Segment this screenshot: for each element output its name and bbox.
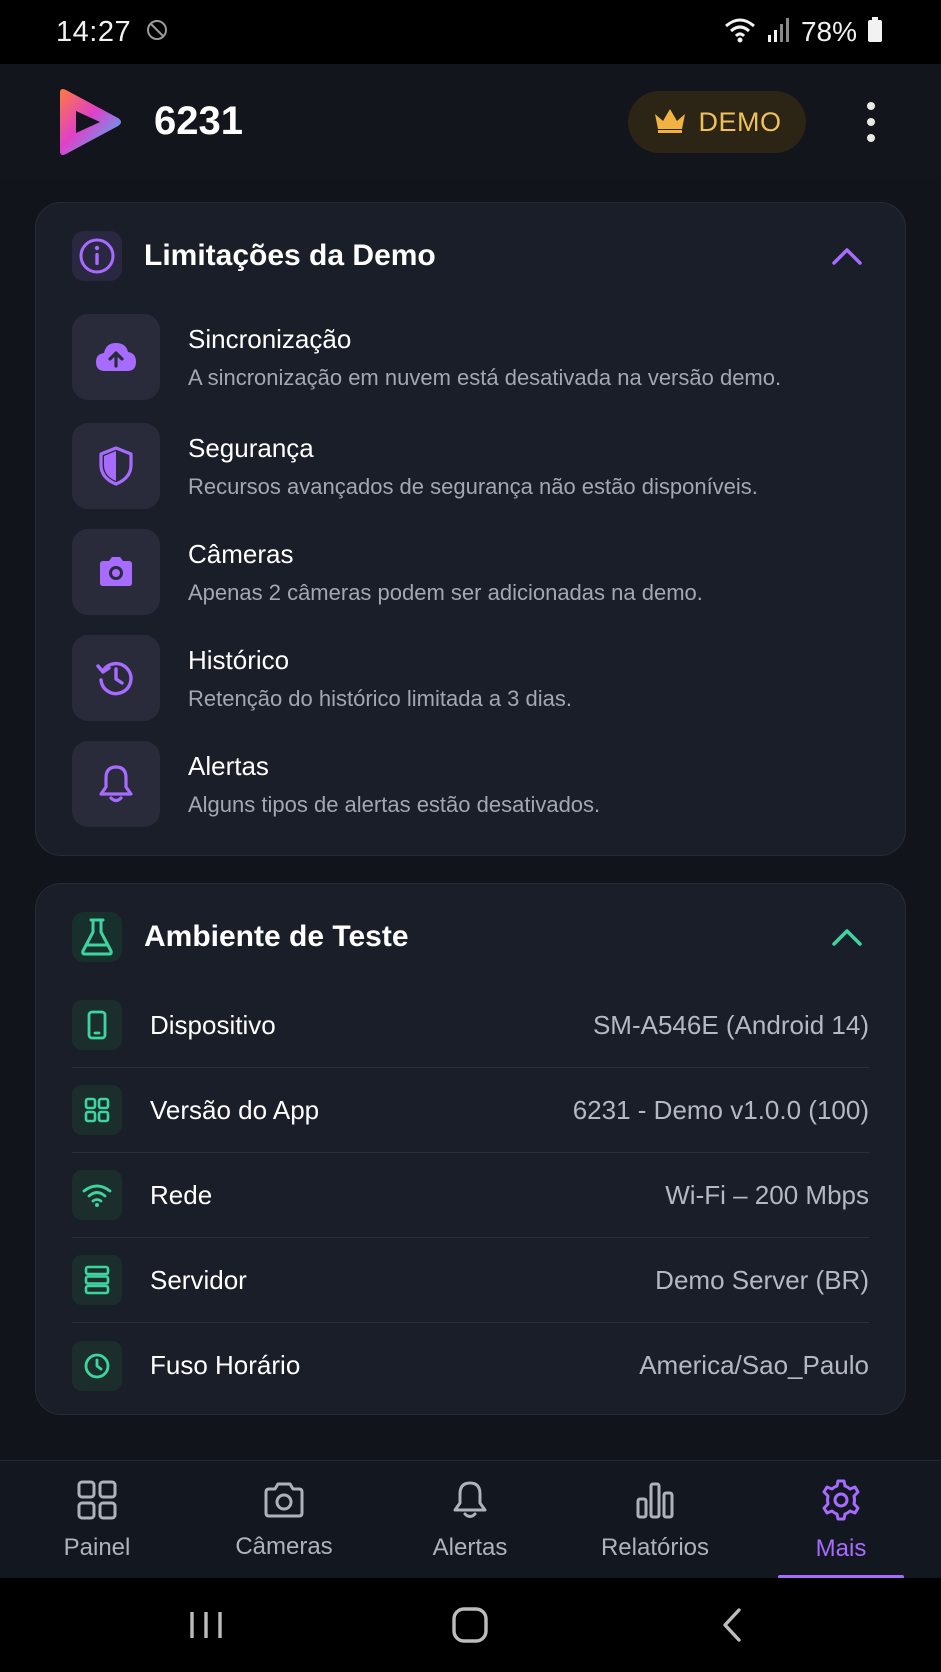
env-label: Versão do App xyxy=(150,1094,320,1125)
crown-icon xyxy=(653,106,687,139)
nav-item-alertas[interactable]: Alertas xyxy=(385,1461,555,1579)
limit-item-alerts: Alertas Alguns tipos de alertas estão de… xyxy=(72,741,869,827)
more-dot xyxy=(867,102,875,110)
nav-item-cameras[interactable]: Câmeras xyxy=(199,1461,369,1579)
camera-icon xyxy=(262,1480,306,1525)
env-row-server: Servidor Demo Server (BR) xyxy=(72,1238,869,1323)
test-environment-card: Ambiente de Teste Dispositivo SM-A546E (… xyxy=(35,883,906,1415)
recent-apps-icon[interactable] xyxy=(176,1600,236,1650)
more-options-button[interactable] xyxy=(856,94,886,150)
env-value: 6231 - Demo v1.0.0 (100) xyxy=(572,1094,869,1125)
demo-limitations-header[interactable]: Limitações da Demo xyxy=(72,229,869,283)
bottom-navigation: Painel Câmeras Alertas Relatórios Mais xyxy=(0,1460,941,1579)
bell-icon xyxy=(450,1479,490,1526)
system-navigation-bar xyxy=(0,1578,941,1672)
apps-grid-icon xyxy=(72,1085,122,1135)
bell-icon xyxy=(72,741,160,827)
nav-item-painel[interactable]: Painel xyxy=(12,1461,182,1579)
env-row-app-version: Versão do App 6231 - Demo v1.0.0 (100) xyxy=(72,1068,869,1153)
env-row-timezone: Fuso Horário America/Sao_Paulo xyxy=(72,1323,869,1408)
info-icon xyxy=(72,231,122,281)
signal-icon xyxy=(767,17,791,48)
nav-label: Relatórios xyxy=(600,1533,710,1561)
shield-icon xyxy=(72,423,160,509)
app-title: 6231 xyxy=(154,99,243,143)
battery-icon xyxy=(867,16,883,48)
limit-title: Câmeras xyxy=(188,538,294,569)
wifi-status-icon xyxy=(723,16,757,49)
nav-item-mais[interactable]: Mais xyxy=(756,1461,926,1579)
gear-icon xyxy=(819,1478,863,1527)
wifi-icon xyxy=(72,1170,122,1220)
app-header: 6231 DEMO xyxy=(0,64,941,179)
limit-description: Retenção do histórico limitada a 3 dias. xyxy=(188,685,572,711)
demo-badge-label: DEMO xyxy=(698,106,782,137)
env-value: SM-A546E (Android 14) xyxy=(592,1009,869,1040)
limit-item-security: Segurança Recursos avançados de seguranç… xyxy=(72,423,869,509)
bar-chart-icon xyxy=(634,1479,676,1526)
env-value: Wi-Fi – 200 Mbps xyxy=(665,1179,869,1210)
chevron-up-icon[interactable] xyxy=(825,915,869,959)
cloud-upload-icon xyxy=(72,314,160,400)
history-icon xyxy=(72,635,160,721)
nav-label: Painel xyxy=(63,1533,131,1561)
dashboard-icon xyxy=(76,1479,118,1526)
phone-icon xyxy=(72,1000,122,1050)
env-row-network: Rede Wi-Fi – 200 Mbps xyxy=(72,1153,869,1238)
nav-item-relatorios[interactable]: Relatórios xyxy=(570,1461,740,1579)
home-icon[interactable] xyxy=(440,1600,500,1650)
env-value: Demo Server (BR) xyxy=(655,1264,869,1295)
env-label: Servidor xyxy=(150,1264,247,1295)
limit-item-sync: Sincronização A sincronização em nuvem e… xyxy=(72,314,869,400)
camera-icon xyxy=(72,529,160,615)
nav-label: Câmeras xyxy=(235,1532,333,1560)
limit-item-cameras: Câmeras Apenas 2 câmeras podem ser adici… xyxy=(72,529,869,615)
battery-percent: 78% xyxy=(800,16,857,47)
demo-limitations-card: Limitações da Demo Sincronização A sincr… xyxy=(35,202,906,856)
server-icon xyxy=(72,1255,122,1305)
test-environment-header[interactable]: Ambiente de Teste xyxy=(72,910,869,964)
limit-item-history: Histórico Retenção do histórico limitada… xyxy=(72,635,869,721)
limit-title: Alertas xyxy=(188,750,269,781)
app-logo-icon xyxy=(54,87,124,157)
demo-badge[interactable]: DEMO xyxy=(628,91,806,153)
status-bar: 14:27 78% xyxy=(0,0,941,64)
limit-description: Apenas 2 câmeras podem ser adicionadas n… xyxy=(188,579,703,605)
limit-description: Alguns tipos de alertas estão desativado… xyxy=(188,791,601,817)
env-label: Rede xyxy=(150,1179,213,1210)
flask-icon xyxy=(72,912,122,962)
test-environment-title: Ambiente de Teste xyxy=(144,920,409,953)
limit-title: Sincronização xyxy=(188,323,352,354)
nav-label: Alertas xyxy=(432,1533,508,1561)
limit-description: A sincronização em nuvem está desativada… xyxy=(188,364,782,390)
limit-description: Recursos avançados de segurança não estã… xyxy=(188,473,758,499)
env-value: America/Sao_Paulo xyxy=(639,1350,869,1380)
notification-muted-icon xyxy=(145,18,169,47)
clock-icon xyxy=(72,1340,122,1391)
demo-limitations-title: Limitações da Demo xyxy=(144,239,436,272)
status-time: 14:27 xyxy=(56,15,132,48)
env-label: Fuso Horário xyxy=(150,1350,301,1380)
chevron-up-icon[interactable] xyxy=(825,234,869,278)
limit-title: Segurança xyxy=(188,432,314,463)
env-row-device: Dispositivo SM-A546E (Android 14) xyxy=(72,983,869,1068)
back-icon[interactable] xyxy=(702,1600,762,1650)
nav-label: Mais xyxy=(815,1534,867,1562)
more-dot xyxy=(867,118,875,126)
env-label: Dispositivo xyxy=(150,1009,276,1040)
limit-title: Histórico xyxy=(188,644,290,675)
more-dot xyxy=(867,134,875,142)
